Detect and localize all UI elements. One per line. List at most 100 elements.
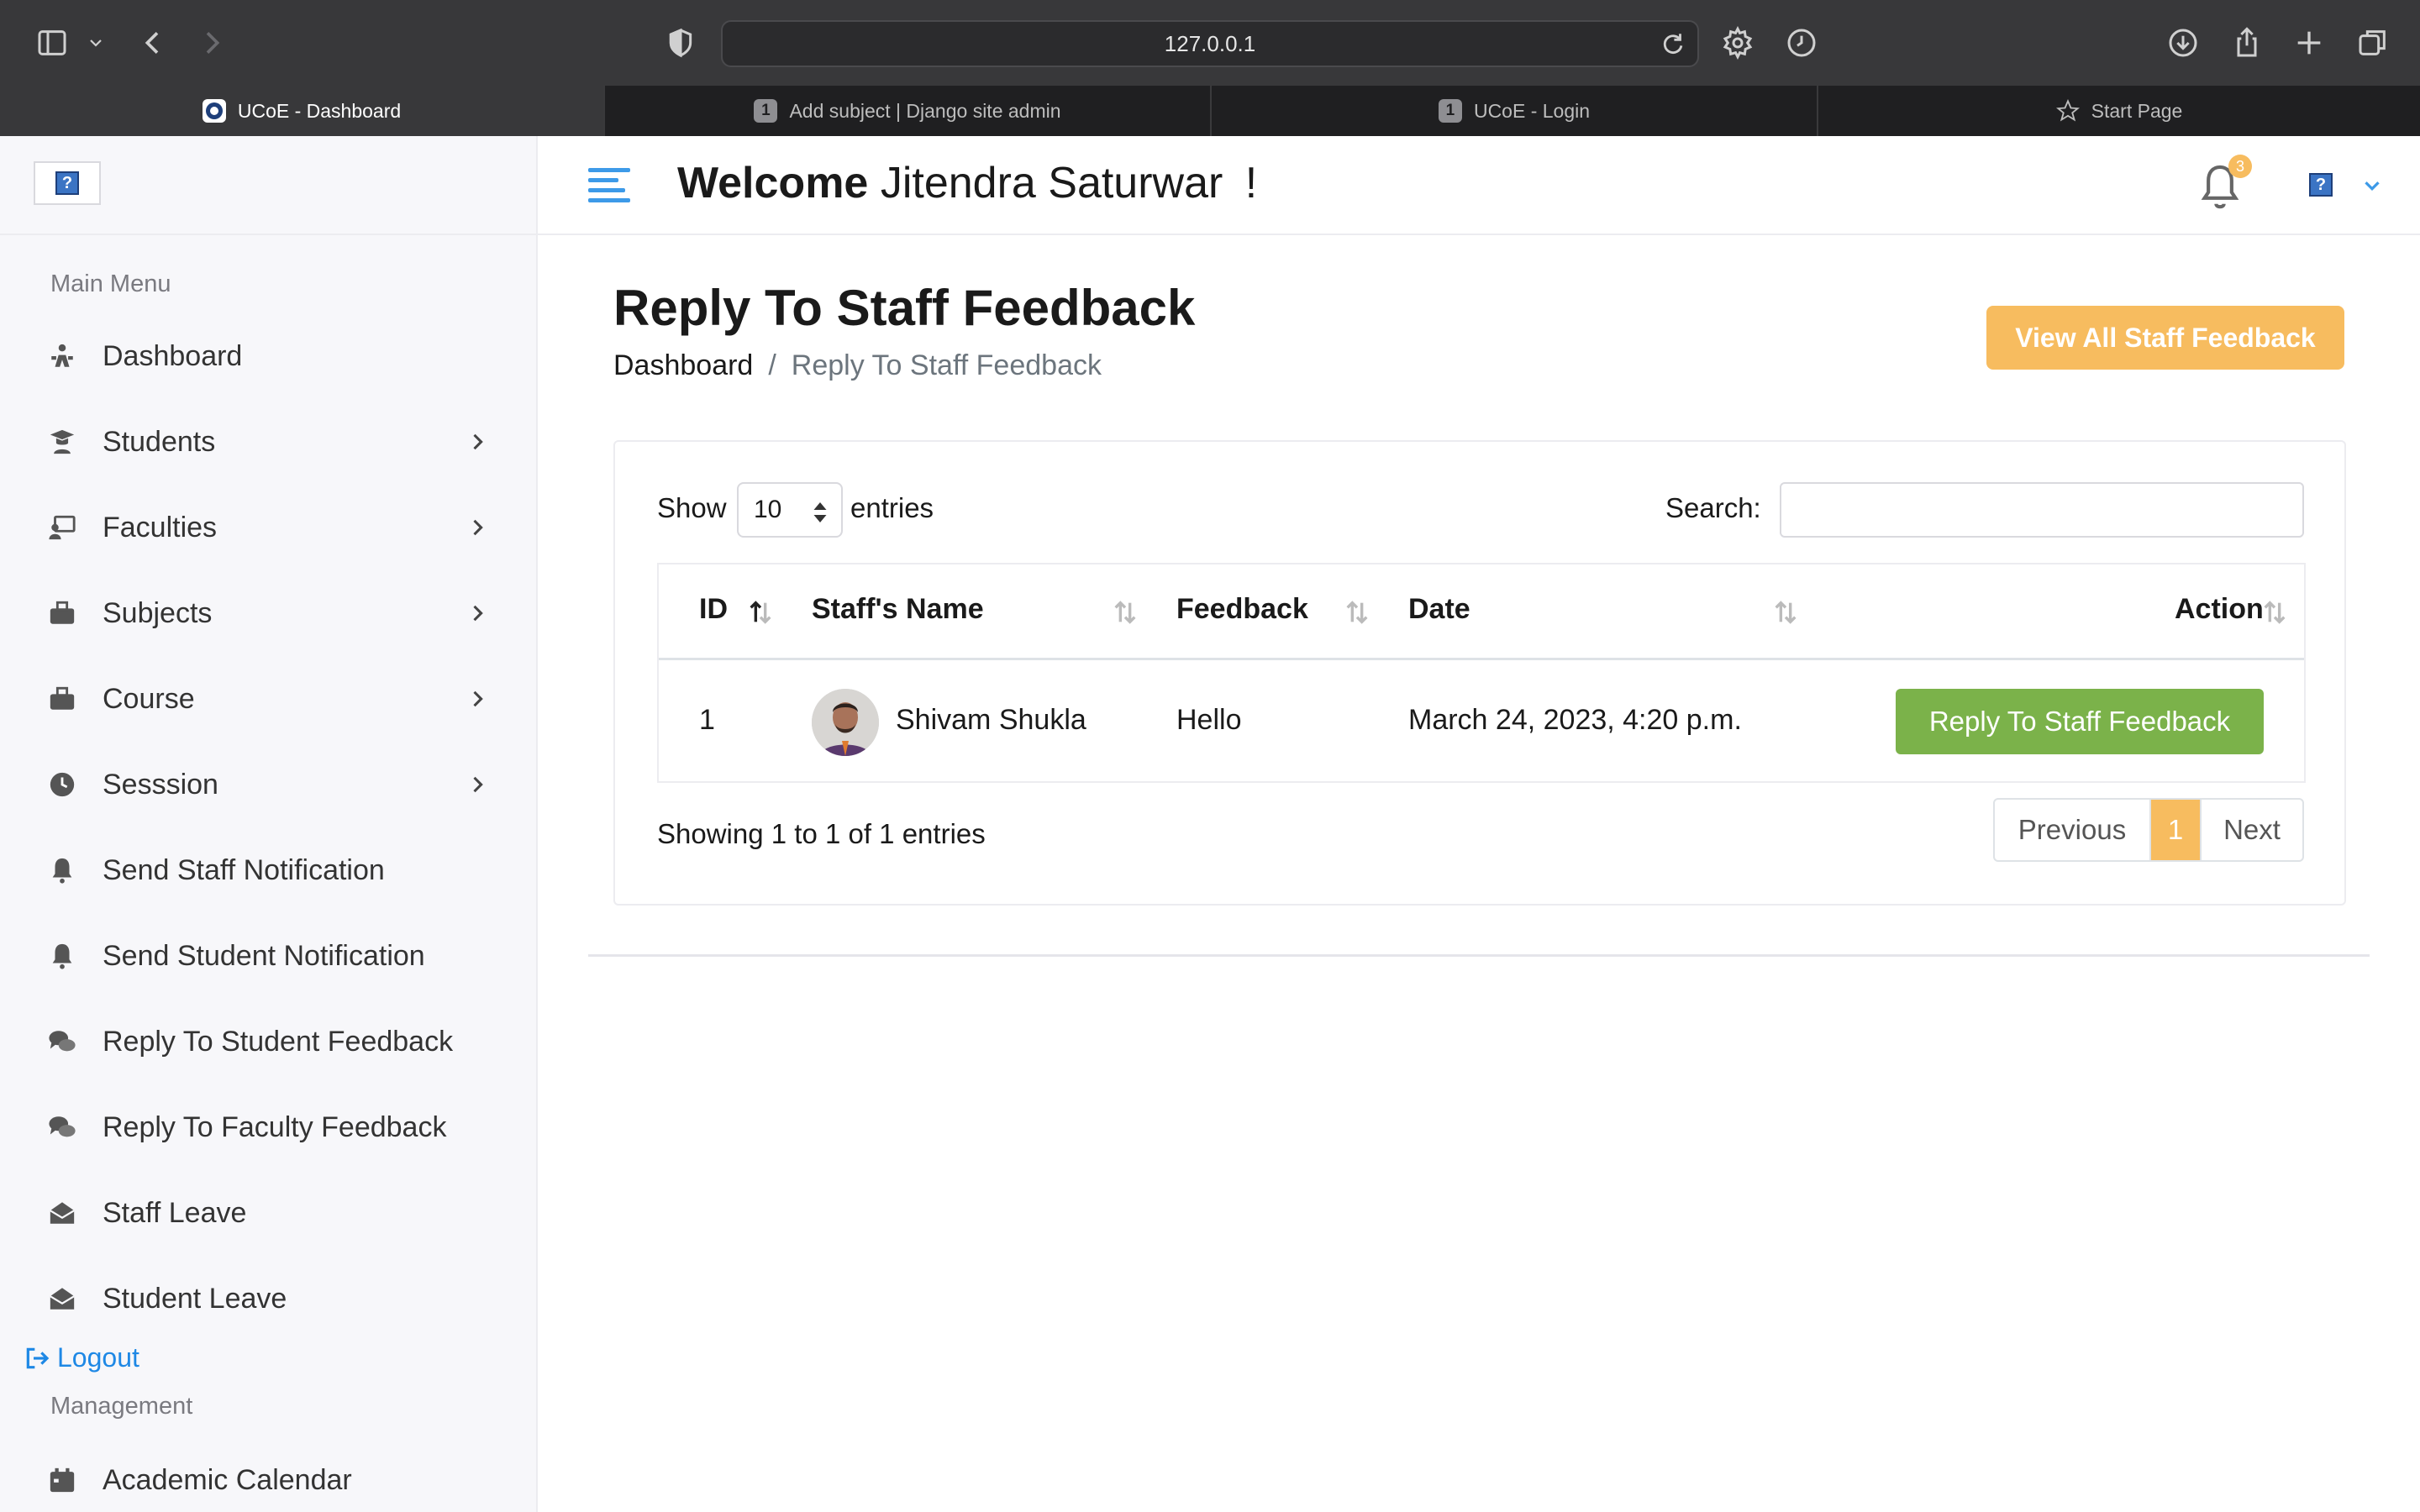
tab-label: Add subject | Django site admin — [789, 99, 1061, 122]
sidebar-item-reply-student-feedback[interactable]: Reply To Student Feedback — [47, 1016, 501, 1067]
breadcrumb: Dashboard / Reply To Staff Feedback — [613, 349, 1102, 382]
sidebar-item-send-student-notification[interactable]: Send Student Notification — [47, 931, 501, 981]
address-bar[interactable]: 127.0.0.1 — [721, 20, 1699, 67]
back-icon[interactable] — [133, 23, 173, 63]
breadcrumb-home-link[interactable]: Dashboard — [613, 349, 753, 382]
sidebar-item-label: Students — [103, 425, 216, 458]
column-header-date[interactable]: Date — [1408, 593, 1470, 626]
user-avatar[interactable]: ? — [2296, 160, 2346, 210]
sidebar-item-students[interactable]: Students — [47, 417, 501, 467]
logo[interactable]: ? — [34, 161, 101, 205]
sidebar-item-session[interactable]: Sesssion — [47, 759, 501, 810]
show-label: Show — [657, 492, 727, 523]
sidebar-item-send-staff-notification[interactable]: Send Staff Notification — [47, 845, 501, 895]
content-divider — [588, 954, 2370, 957]
sidebar-item-subjects[interactable]: Subjects — [47, 588, 501, 638]
logout-link[interactable]: Logout — [24, 1342, 139, 1373]
chevron-right-icon — [473, 519, 483, 536]
forward-icon[interactable] — [192, 23, 232, 63]
share-icon[interactable] — [2227, 23, 2267, 63]
pagination-page-1[interactable]: 1 — [2151, 800, 2202, 860]
reply-to-staff-feedback-button[interactable]: Reply To Staff Feedback — [1896, 689, 2264, 754]
column-header-action[interactable]: Action — [2175, 593, 2264, 626]
table-info: Showing 1 to 1 of 1 entries — [657, 818, 986, 849]
pagination: Previous 1 Next — [1993, 798, 2304, 862]
entries-per-page-select[interactable]: 10 — [737, 482, 843, 538]
broken-image-icon: ? — [55, 171, 79, 195]
sidebar-item-course[interactable]: Course — [47, 674, 501, 724]
bell-icon — [47, 855, 77, 885]
course-icon — [47, 684, 77, 714]
top-header: Welcome Jitendra Saturwar ! 3 ? — [538, 136, 2420, 235]
reload-icon[interactable] — [1659, 30, 1687, 59]
tab-start-page[interactable]: Start Page — [1817, 86, 2420, 136]
sort-icon[interactable] — [1771, 598, 1800, 627]
cell-id: 1 — [699, 704, 715, 736]
select-arrows-icon — [813, 502, 827, 522]
tab-label: UCoE - Dashboard — [237, 99, 402, 122]
sort-icon[interactable] — [1111, 598, 1139, 627]
sidebar-item-label: Academic Calendar — [103, 1463, 352, 1496]
bell-icon — [47, 941, 77, 971]
broken-image-icon: ? — [2309, 173, 2333, 197]
gear-icon[interactable] — [1718, 23, 1758, 63]
sidebar-item-reply-faculty-feedback[interactable]: Reply To Faculty Feedback — [47, 1102, 501, 1152]
welcome-exclamation: ! — [1244, 159, 1258, 207]
sidebar-item-faculties[interactable]: Faculties — [47, 502, 501, 553]
sidebar-item-label: Send Staff Notification — [103, 853, 385, 886]
pagination-next[interactable]: Next — [2202, 800, 2302, 860]
student-icon — [47, 427, 77, 457]
main-menu-title: Main Menu — [50, 270, 171, 297]
comments-icon — [47, 1026, 77, 1057]
sidebar-item-label: Subjects — [103, 596, 213, 629]
tab-bar: UCoE - Dashboard 1 Add subject | Django … — [0, 86, 2420, 136]
star-icon — [2055, 99, 2080, 123]
tab-ucoe-login[interactable]: 1 UCoE - Login — [1210, 86, 1817, 136]
sidebar: ? Main Menu Dashboard Students Faculties… — [0, 136, 538, 1512]
sidebar-item-dashboard[interactable]: Dashboard — [47, 331, 501, 381]
tab-ucoe-dashboard[interactable]: UCoE - Dashboard — [0, 86, 603, 136]
feedback-table: ID Staff's Name Feedback Date Action 1 S… — [657, 563, 2306, 783]
sort-asc-icon[interactable] — [746, 598, 775, 627]
download-icon[interactable] — [2163, 23, 2203, 63]
sidebar-item-label: Dashboard — [103, 339, 243, 372]
new-tab-icon[interactable] — [2289, 23, 2329, 63]
sidebar-item-student-leave[interactable]: Student Leave — [47, 1273, 501, 1324]
tab-label: Start Page — [2091, 99, 2183, 122]
tab-overview-icon[interactable] — [2353, 23, 2393, 63]
sidebar-item-label: Sesssion — [103, 768, 218, 801]
pagination-previous[interactable]: Previous — [1995, 800, 2151, 860]
view-all-staff-feedback-button[interactable]: View All Staff Feedback — [1986, 306, 2344, 370]
table-row: 1 Shivam Shukla Hello March 24, 2023, 4:… — [659, 662, 2304, 783]
sidebar-logo-area: ? — [0, 136, 536, 235]
sidebar-toggle-icon[interactable] — [32, 23, 72, 63]
cell-date: March 24, 2023, 4:20 p.m. — [1408, 704, 1742, 736]
tab-django-admin[interactable]: 1 Add subject | Django site admin — [603, 86, 1210, 136]
url-text: 127.0.0.1 — [1164, 30, 1256, 56]
search-input[interactable] — [1780, 482, 2304, 538]
sidebar-item-label: Faculties — [103, 511, 218, 543]
dashboard-icon — [47, 341, 77, 371]
clock-icon — [47, 769, 77, 800]
notification-count-badge: 3 — [2228, 155, 2252, 178]
feedback-table-card: Show 10 entries Search: ID Staff's Name … — [613, 440, 2346, 906]
column-header-feedback[interactable]: Feedback — [1176, 593, 1308, 626]
sidebar-item-academic-calendar[interactable]: Academic Calendar — [47, 1455, 501, 1505]
column-header-id[interactable]: ID — [699, 593, 728, 626]
chevron-down-icon[interactable] — [81, 23, 111, 63]
welcome-word: Welcome — [677, 159, 869, 207]
chevron-down-icon[interactable] — [2360, 173, 2385, 198]
staff-avatar — [812, 689, 879, 756]
breadcrumb-current: Reply To Staff Feedback — [791, 349, 1102, 381]
entries-label: entries — [850, 492, 934, 523]
history-icon[interactable] — [1781, 23, 1822, 63]
column-header-staff-name[interactable]: Staff's Name — [812, 593, 984, 626]
tab-number-icon: 1 — [1438, 99, 1462, 123]
sidebar-item-staff-leave[interactable]: Staff Leave — [47, 1188, 501, 1238]
sort-icon[interactable] — [1343, 598, 1371, 627]
shield-icon[interactable] — [660, 23, 701, 63]
sidebar-item-label: Student Leave — [103, 1282, 287, 1315]
sort-icon[interactable] — [2260, 598, 2289, 627]
tab-label: UCoE - Login — [1473, 99, 1591, 122]
menu-toggle-icon[interactable] — [588, 166, 630, 205]
